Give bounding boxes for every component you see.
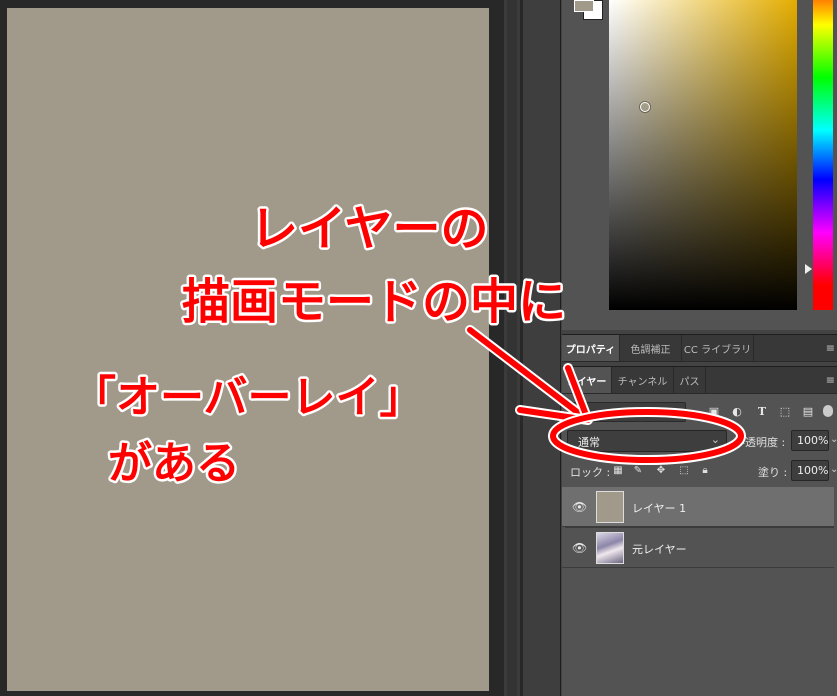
tab-properties[interactable]: プロパティ <box>562 335 620 361</box>
scroll-thumb[interactable] <box>507 0 517 696</box>
lock-artboard-icon[interactable]: ⬚ <box>678 464 690 476</box>
lock-position-icon[interactable]: ✥ <box>655 464 667 476</box>
fill-label: 塗り : <box>758 466 788 479</box>
chevron-down-icon: ⌄ <box>710 433 720 446</box>
layer-name[interactable]: レイヤー 1 <box>632 500 686 516</box>
properties-tabbar: プロパティ 色調補正 CC ライブラリ ≡ <box>562 334 837 362</box>
tab-adjustments[interactable]: 色調補正 <box>620 335 682 361</box>
blend-mode-value: 通常 <box>578 436 600 449</box>
layers-tabbar: レイヤー チャンネル パス ≡ <box>562 366 837 394</box>
layer-name[interactable]: 元レイヤー <box>632 541 687 557</box>
color-field[interactable] <box>609 0 797 310</box>
foreground-color-swatch[interactable] <box>574 0 594 12</box>
panel-menu-icon[interactable]: ≡ <box>826 342 835 355</box>
hue-slider[interactable] <box>813 0 833 310</box>
search-icon: ⌕ <box>576 405 583 418</box>
visibility-eye-icon[interactable]: 👁︎ <box>572 500 587 514</box>
tab-paths[interactable]: パス <box>674 367 706 393</box>
layer-row-layer-1[interactable]: 👁︎ レイヤー 1 <box>562 487 834 527</box>
lock-paint-icon[interactable]: ✎ <box>632 464 644 476</box>
tab-layers[interactable]: レイヤー <box>562 367 612 393</box>
layer-thumbnail <box>596 532 624 564</box>
panel-menu-icon[interactable]: ≡ <box>826 374 835 387</box>
collapsed-panel-strip <box>523 0 561 696</box>
smart-object-filter-icon[interactable]: ▤ <box>801 404 815 418</box>
hue-slider-handle-icon[interactable] <box>805 264 812 274</box>
lock-label: ロック : <box>570 466 611 479</box>
pixel-filter-icon[interactable]: ▣ <box>707 404 721 418</box>
adjustment-filter-icon[interactable]: ◐ <box>730 404 744 418</box>
tab-channels[interactable]: チャンネル <box>612 367 674 393</box>
type-filter-icon[interactable]: T <box>755 404 769 418</box>
opacity-input[interactable]: 100% <box>791 430 829 451</box>
fill-dropdown-icon[interactable]: ⌄ <box>830 464 837 475</box>
document-canvas[interactable] <box>7 8 489 691</box>
filter-toggle-icon[interactable] <box>823 405 833 417</box>
shape-filter-icon[interactable]: ⬚ <box>778 404 792 418</box>
lock-all-icon[interactable]: 🔒︎ <box>699 464 711 476</box>
fill-input[interactable]: 100% <box>791 460 829 481</box>
chevron-down-icon: ⌄ <box>671 405 680 416</box>
visibility-eye-icon[interactable]: 👁︎ <box>572 541 587 555</box>
layer-thumbnail <box>596 491 624 523</box>
lock-transparent-icon[interactable]: ▦ <box>612 464 624 476</box>
color-picker-cursor[interactable] <box>640 102 650 112</box>
tab-cc-libraries[interactable]: CC ライブラリ <box>682 335 754 361</box>
layer-row-original-layer[interactable]: 👁︎ 元レイヤー <box>562 528 834 568</box>
opacity-label: 不透明度 : <box>734 436 786 449</box>
blend-mode-select[interactable]: 通常 ⌄ <box>567 430 727 452</box>
opacity-dropdown-icon[interactable]: ⌄ <box>830 434 837 445</box>
layer-filter-kind-select[interactable]: ⌕ ⌄ <box>570 402 686 422</box>
